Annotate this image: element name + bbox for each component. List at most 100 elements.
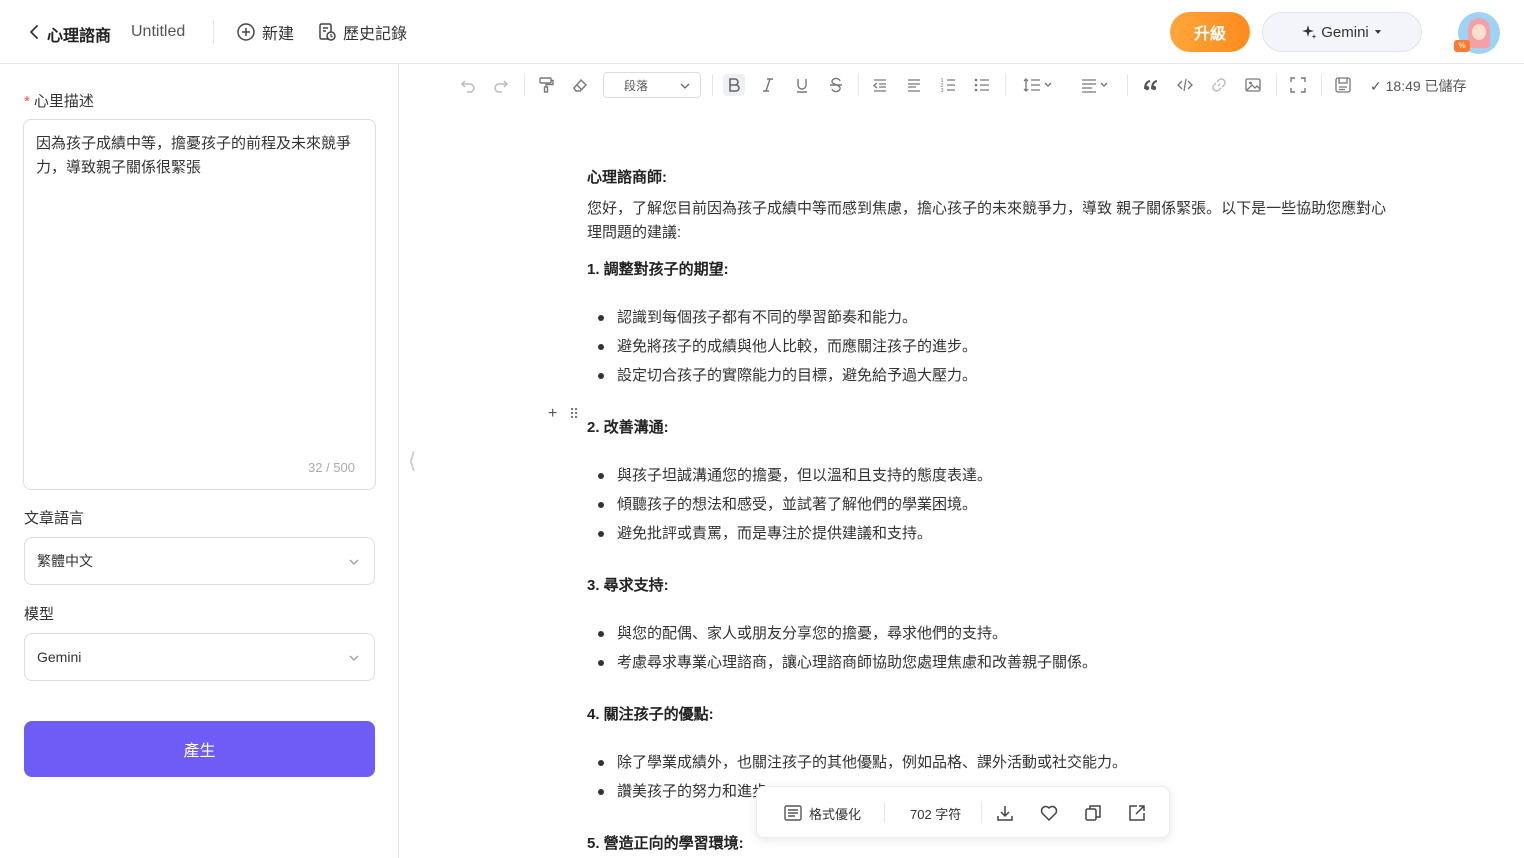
code-icon[interactable] bbox=[1174, 74, 1196, 96]
toolbar-divider bbox=[524, 74, 525, 96]
toolbar-divider bbox=[1276, 74, 1277, 96]
section-title: 5. 營造正向的學習環境: bbox=[587, 835, 744, 852]
list-item: 除了學業成績外，也關注孩子的其他優點，例如品格、課外活動或社交能力。 bbox=[587, 748, 1127, 777]
copy-icon bbox=[1085, 805, 1101, 821]
app-title: 心理諮商 bbox=[47, 28, 112, 45]
format-painter-icon[interactable] bbox=[535, 74, 557, 96]
document-intro: 您好，了解您目前因為孩子成績中等而感到焦慮，擔心孩子的未來競爭力，導致 親子關係… bbox=[587, 200, 1387, 241]
chevron-down-icon bbox=[349, 559, 359, 565]
section-title: 3. 尋求支持: bbox=[587, 577, 669, 594]
action-bar-divider bbox=[884, 803, 885, 823]
new-button-label: 新建 bbox=[262, 26, 295, 43]
user-avatar[interactable]: % bbox=[1454, 12, 1500, 54]
section-title: 2. 改善溝通: bbox=[587, 419, 669, 436]
toolbar-divider bbox=[1321, 74, 1322, 96]
format-optimize-label: 格式優化 bbox=[809, 806, 862, 822]
redo-icon[interactable] bbox=[490, 74, 512, 96]
avatar-face bbox=[1472, 24, 1486, 40]
fullscreen-icon[interactable] bbox=[1287, 74, 1309, 96]
document-title[interactable]: Untitled bbox=[131, 23, 185, 41]
character-count: 32 / 500 bbox=[308, 460, 355, 475]
upgrade-button[interactable]: 升級 bbox=[1170, 12, 1250, 52]
strikethrough-icon[interactable] bbox=[825, 74, 847, 96]
plus-circle-icon bbox=[237, 23, 255, 41]
section-title: 1. 調整對孩子的期望: bbox=[587, 261, 729, 278]
blockquote-icon[interactable] bbox=[1140, 74, 1162, 96]
model-select-value: Gemini bbox=[37, 649, 82, 665]
settings-panel: * 心里描述 因為孩子成績中等，擔憂孩子的前程及未來競爭力，導致親子關係很緊張 3… bbox=[0, 64, 399, 858]
link-icon[interactable] bbox=[1208, 74, 1230, 96]
description-label-text: 心里描述 bbox=[33, 93, 94, 110]
model-select[interactable]: Gemini bbox=[24, 633, 375, 681]
eraser-icon[interactable] bbox=[569, 74, 591, 96]
history-button[interactable]: 歷史記錄 bbox=[317, 20, 407, 44]
list-item: 傾聽孩子的想法和感受，並試著了解他們的學業困境。 bbox=[587, 490, 992, 519]
ordered-list-icon[interactable]: 123 bbox=[937, 74, 959, 96]
favorite-button[interactable] bbox=[1039, 801, 1059, 825]
toolbar-divider bbox=[858, 74, 859, 96]
history-document-icon bbox=[319, 23, 336, 41]
format-list-icon bbox=[784, 805, 802, 821]
external-link-icon bbox=[1129, 805, 1145, 821]
language-select[interactable]: 繁體中文 bbox=[24, 537, 375, 585]
list-item: 避免將孩子的成績與他人比較，而應關注孩子的進步。 bbox=[587, 332, 977, 361]
underline-icon[interactable] bbox=[791, 74, 813, 96]
model-switcher-label: Gemini bbox=[1321, 23, 1369, 41]
collapse-panel-handle[interactable]: ⟨ bbox=[408, 448, 422, 474]
list-item: 與孩子坦誠溝通您的擔憂，但以溫和且支持的態度表達。 bbox=[587, 461, 992, 490]
floating-action-bar: 格式優化 702 字符 bbox=[756, 786, 1170, 838]
drag-handle-icon[interactable]: ⠿ bbox=[569, 406, 579, 423]
indent-icon[interactable] bbox=[903, 74, 925, 96]
required-mark: * bbox=[24, 93, 30, 110]
line-height-icon[interactable] bbox=[1020, 74, 1058, 96]
image-icon[interactable] bbox=[1242, 74, 1264, 96]
svg-text:3: 3 bbox=[941, 88, 944, 94]
model-switcher[interactable]: Gemini bbox=[1262, 12, 1422, 52]
language-select-value: 繁體中文 bbox=[37, 553, 93, 569]
toolbar-divider bbox=[712, 74, 713, 96]
section-title: 4. 關注孩子的優點: bbox=[587, 706, 714, 723]
top-header: 心理諮商 Untitled 新建 歷史記錄 升級 Gemini % bbox=[0, 0, 1524, 64]
chevron-left-icon[interactable] bbox=[28, 22, 40, 42]
history-button-label: 歷史記錄 bbox=[343, 26, 408, 43]
editor-toolbar: 段落 123 ✓ 18:49 已儲存 bbox=[400, 64, 1524, 106]
word-count-text: 702 字符 bbox=[910, 806, 962, 822]
list-item: 認識到每個孩子都有不同的學習節奏和能力。 bbox=[587, 303, 977, 332]
sparkle-icon bbox=[1302, 25, 1317, 39]
bold-icon[interactable] bbox=[723, 74, 745, 96]
description-text: 因為孩子成績中等，擔憂孩子的前程及未來競爭力，導致親子關係很緊張 bbox=[36, 135, 352, 176]
header-divider bbox=[213, 20, 214, 44]
toolbar-divider bbox=[1005, 74, 1006, 96]
download-button[interactable] bbox=[995, 801, 1015, 825]
generate-button[interactable]: 產生 bbox=[24, 721, 375, 777]
document-heading: 心理諮商師: bbox=[587, 169, 667, 186]
list-item: 設定切合孩子的實際能力的目標，避免給予過大壓力。 bbox=[587, 361, 977, 390]
list-item: 與您的配偶、家人或朋友分享您的擔憂，尋求他們的支持。 bbox=[587, 619, 1097, 648]
share-button[interactable] bbox=[1127, 801, 1147, 825]
discount-badge: % bbox=[1454, 40, 1470, 52]
outdent-icon[interactable] bbox=[869, 74, 891, 96]
align-icon[interactable] bbox=[1078, 74, 1116, 96]
undo-icon[interactable] bbox=[457, 74, 479, 96]
section-list: 與您的配偶、家人或朋友分享您的擔憂，尋求他們的支持。 考慮尋求專業心理諮商，讓心… bbox=[587, 619, 1097, 677]
heart-icon bbox=[1040, 805, 1058, 822]
format-optimize-button[interactable]: 格式優化 bbox=[783, 801, 861, 825]
bullet-list-icon[interactable] bbox=[971, 74, 993, 96]
app-root: 心理諮商 Untitled 新建 歷史記錄 升級 Gemini % * 心里描述 … bbox=[0, 0, 1524, 858]
paragraph-style-select[interactable]: 段落 bbox=[603, 72, 701, 98]
save-status: ✓ 18:49 已儲存 bbox=[1370, 78, 1467, 94]
paragraph-style-value: 段落 bbox=[624, 78, 649, 93]
new-button[interactable]: 新建 bbox=[236, 20, 294, 44]
copy-button[interactable] bbox=[1083, 801, 1103, 825]
add-block-icon[interactable]: + bbox=[548, 405, 557, 423]
description-textarea[interactable]: 因為孩子成績中等，擔憂孩子的前程及未來競爭力，導致親子關係很緊張 32 / 50… bbox=[23, 119, 376, 490]
section-list: 與孩子坦誠溝通您的擔憂，但以溫和且支持的態度表達。 傾聽孩子的想法和感受，並試著… bbox=[587, 461, 992, 548]
model-label: 模型 bbox=[24, 606, 55, 623]
caret-down-icon bbox=[1374, 30, 1381, 34]
description-label: * 心里描述 bbox=[24, 90, 94, 111]
italic-icon[interactable] bbox=[757, 74, 779, 96]
chevron-down-icon bbox=[680, 83, 690, 89]
chevron-down-icon bbox=[349, 655, 359, 661]
toolbar-divider bbox=[1127, 74, 1128, 96]
save-icon[interactable] bbox=[1332, 74, 1354, 96]
